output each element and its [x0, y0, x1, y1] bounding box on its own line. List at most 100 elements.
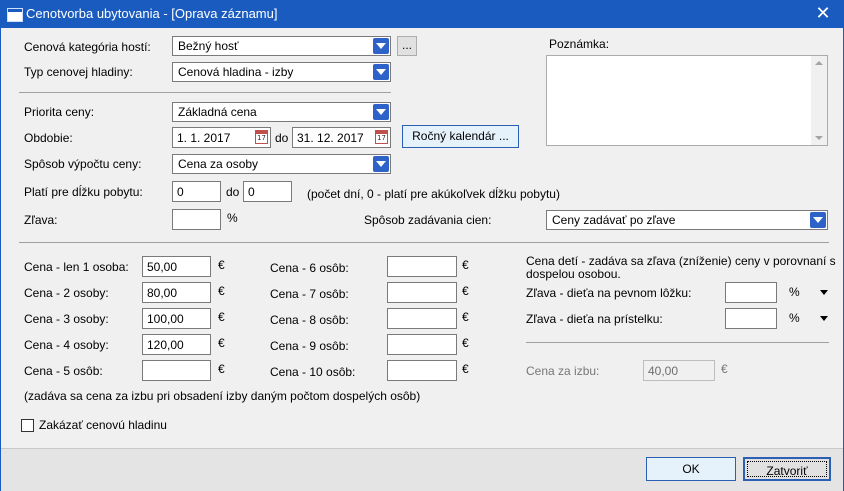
price-5-label: Cena - 5 osôb:: [24, 364, 103, 378]
room-price-unit: €: [721, 362, 728, 376]
stay-length-from-input[interactable]: 0: [172, 181, 221, 202]
chevron-down-icon[interactable]: [810, 212, 826, 228]
discount-label: Zľava:: [24, 213, 58, 227]
price-4-label: Cena - 4 osoby:: [24, 338, 109, 352]
price-5-input[interactable]: [142, 360, 211, 381]
price-7-label: Cena - 7 osôb:: [270, 287, 349, 301]
window-title: Cenotvorba ubytovania - [Oprava záznamu]: [26, 6, 278, 21]
ok-button[interactable]: OK: [646, 457, 736, 481]
price-2-input[interactable]: 80,00: [142, 282, 211, 303]
room-price-input: 40,00: [643, 360, 715, 381]
scroll-down-icon[interactable]: [815, 136, 823, 140]
children-description-line1: Cena detí - zadáva sa zľava (zníženie) c…: [526, 254, 836, 268]
disable-level-label: Zakázať cenovú hladinu: [39, 418, 167, 432]
period-to-input[interactable]: 31. 12. 2017: [292, 127, 391, 148]
calc-method-label: Spôsob výpočtu ceny:: [24, 157, 142, 171]
price-10-input[interactable]: [387, 360, 457, 381]
price-10-label: Cena - 10 osôb:: [270, 365, 356, 379]
currency-icon: €: [218, 362, 225, 376]
title-bar: Cenotvorba ubytovania - [Oprava záznamu]…: [0, 0, 844, 28]
calendar-icon[interactable]: [375, 130, 388, 144]
child-extra-bed-label: Zľava - dieťa na prístelku:: [526, 312, 663, 326]
dropdown-arrow-icon[interactable]: [820, 290, 828, 295]
chevron-down-icon[interactable]: [373, 64, 389, 80]
price-2-value: 80,00: [147, 286, 178, 300]
close-button[interactable]: Zatvoriť: [743, 457, 831, 481]
stay-length-to-label: do: [226, 185, 240, 199]
currency-icon: €: [218, 310, 225, 324]
priority-label: Priorita ceny:: [24, 105, 95, 119]
currency-icon: €: [218, 336, 225, 350]
period-from-value: 1. 1. 2017: [177, 131, 231, 145]
price-7-input[interactable]: [387, 282, 457, 303]
price-entry-method-value: Ceny zadávať po zľave: [552, 213, 676, 227]
note-scrollbar[interactable]: [811, 56, 827, 145]
price-3-label: Cena - 3 osoby:: [24, 312, 109, 326]
guest-category-combo[interactable]: Bežný hosť: [172, 36, 391, 56]
discount-input[interactable]: [172, 209, 221, 230]
currency-icon: €: [462, 258, 469, 272]
stay-length-from-value: 0: [177, 185, 184, 199]
prices-note: (zadáva sa cena za izbu pri obsadení izb…: [24, 389, 421, 403]
price-9-label: Cena - 9 osôb:: [270, 339, 349, 353]
window-icon: [7, 8, 23, 22]
stay-length-to-value: 0: [248, 185, 255, 199]
price-4-value: 120,00: [147, 338, 184, 352]
child-fixed-bed-unit: %: [789, 285, 800, 299]
child-fixed-bed-label: Zľava - dieťa na pevnom lôžku:: [526, 286, 692, 300]
guest-category-value: Bežný hosť: [178, 39, 239, 53]
currency-icon: €: [462, 284, 469, 298]
period-to-value: 31. 12. 2017: [297, 131, 364, 145]
price-1-label: Cena - len 1 osoba:: [24, 260, 129, 274]
currency-icon: €: [462, 362, 469, 376]
chevron-down-icon[interactable]: [373, 104, 389, 120]
currency-icon: €: [218, 258, 225, 272]
dialog-body: Cenová kategória hostí: Bežný hosť ... T…: [0, 28, 844, 491]
price-level-type-combo[interactable]: Cenová hladina - izby: [172, 62, 391, 82]
divider: [19, 242, 829, 243]
stay-length-to-input[interactable]: 0: [243, 181, 292, 202]
price-2-label: Cena - 2 osoby:: [24, 286, 109, 300]
dialog-footer: OK Zatvoriť: [1, 448, 843, 491]
calc-method-combo[interactable]: Cena za osoby: [172, 154, 391, 174]
price-6-label: Cena - 6 osôb:: [270, 261, 349, 275]
child-fixed-bed-input[interactable]: [725, 282, 777, 303]
room-price-label: Cena za izbu:: [526, 364, 600, 378]
price-8-input[interactable]: [387, 308, 457, 329]
currency-icon: €: [218, 284, 225, 298]
close-icon[interactable]: ✕: [802, 0, 844, 28]
note-textarea[interactable]: [546, 55, 828, 146]
price-entry-method-combo[interactable]: Ceny zadávať po zľave: [546, 210, 828, 230]
stay-length-label: Platí pre dĺžku pobytu:: [24, 185, 143, 199]
priority-value: Základná cena: [178, 105, 257, 119]
chevron-down-icon[interactable]: [373, 38, 389, 54]
child-extra-bed-input[interactable]: [725, 308, 777, 329]
guest-category-label: Cenová kategória hostí:: [24, 40, 151, 54]
period-from-input[interactable]: 1. 1. 2017: [172, 127, 271, 148]
room-price-value: 40,00: [648, 364, 679, 378]
stay-length-hint: (počet dní, 0 - platí pre akúkoľvek dĺžk…: [307, 187, 560, 201]
children-description-line2: dospelou osobou.: [526, 267, 621, 281]
period-to-label: do: [275, 131, 289, 145]
dropdown-arrow-icon[interactable]: [820, 316, 828, 321]
child-extra-bed-unit: %: [789, 311, 800, 325]
price-level-type-label: Typ cenovej hladiny:: [24, 65, 133, 79]
divider: [19, 92, 391, 93]
price-3-value: 100,00: [147, 312, 184, 326]
disable-level-checkbox[interactable]: [21, 419, 34, 432]
scroll-up-icon[interactable]: [815, 61, 823, 65]
price-4-input[interactable]: 120,00: [142, 334, 211, 355]
divider: [526, 342, 829, 343]
price-level-type-value: Cenová hladina - izby: [178, 65, 294, 79]
price-8-label: Cena - 8 osôb:: [270, 313, 349, 327]
chevron-down-icon[interactable]: [373, 156, 389, 172]
price-3-input[interactable]: 100,00: [142, 308, 211, 329]
price-6-input[interactable]: [387, 256, 457, 277]
priority-combo[interactable]: Základná cena: [172, 102, 391, 122]
guest-category-more-button[interactable]: ...: [397, 36, 417, 56]
price-1-value: 50,00: [147, 260, 178, 274]
price-9-input[interactable]: [387, 334, 457, 355]
yearly-calendar-button[interactable]: Ročný kalendár ...: [402, 125, 519, 148]
price-1-input[interactable]: 50,00: [142, 256, 211, 277]
calendar-icon[interactable]: [255, 130, 268, 144]
